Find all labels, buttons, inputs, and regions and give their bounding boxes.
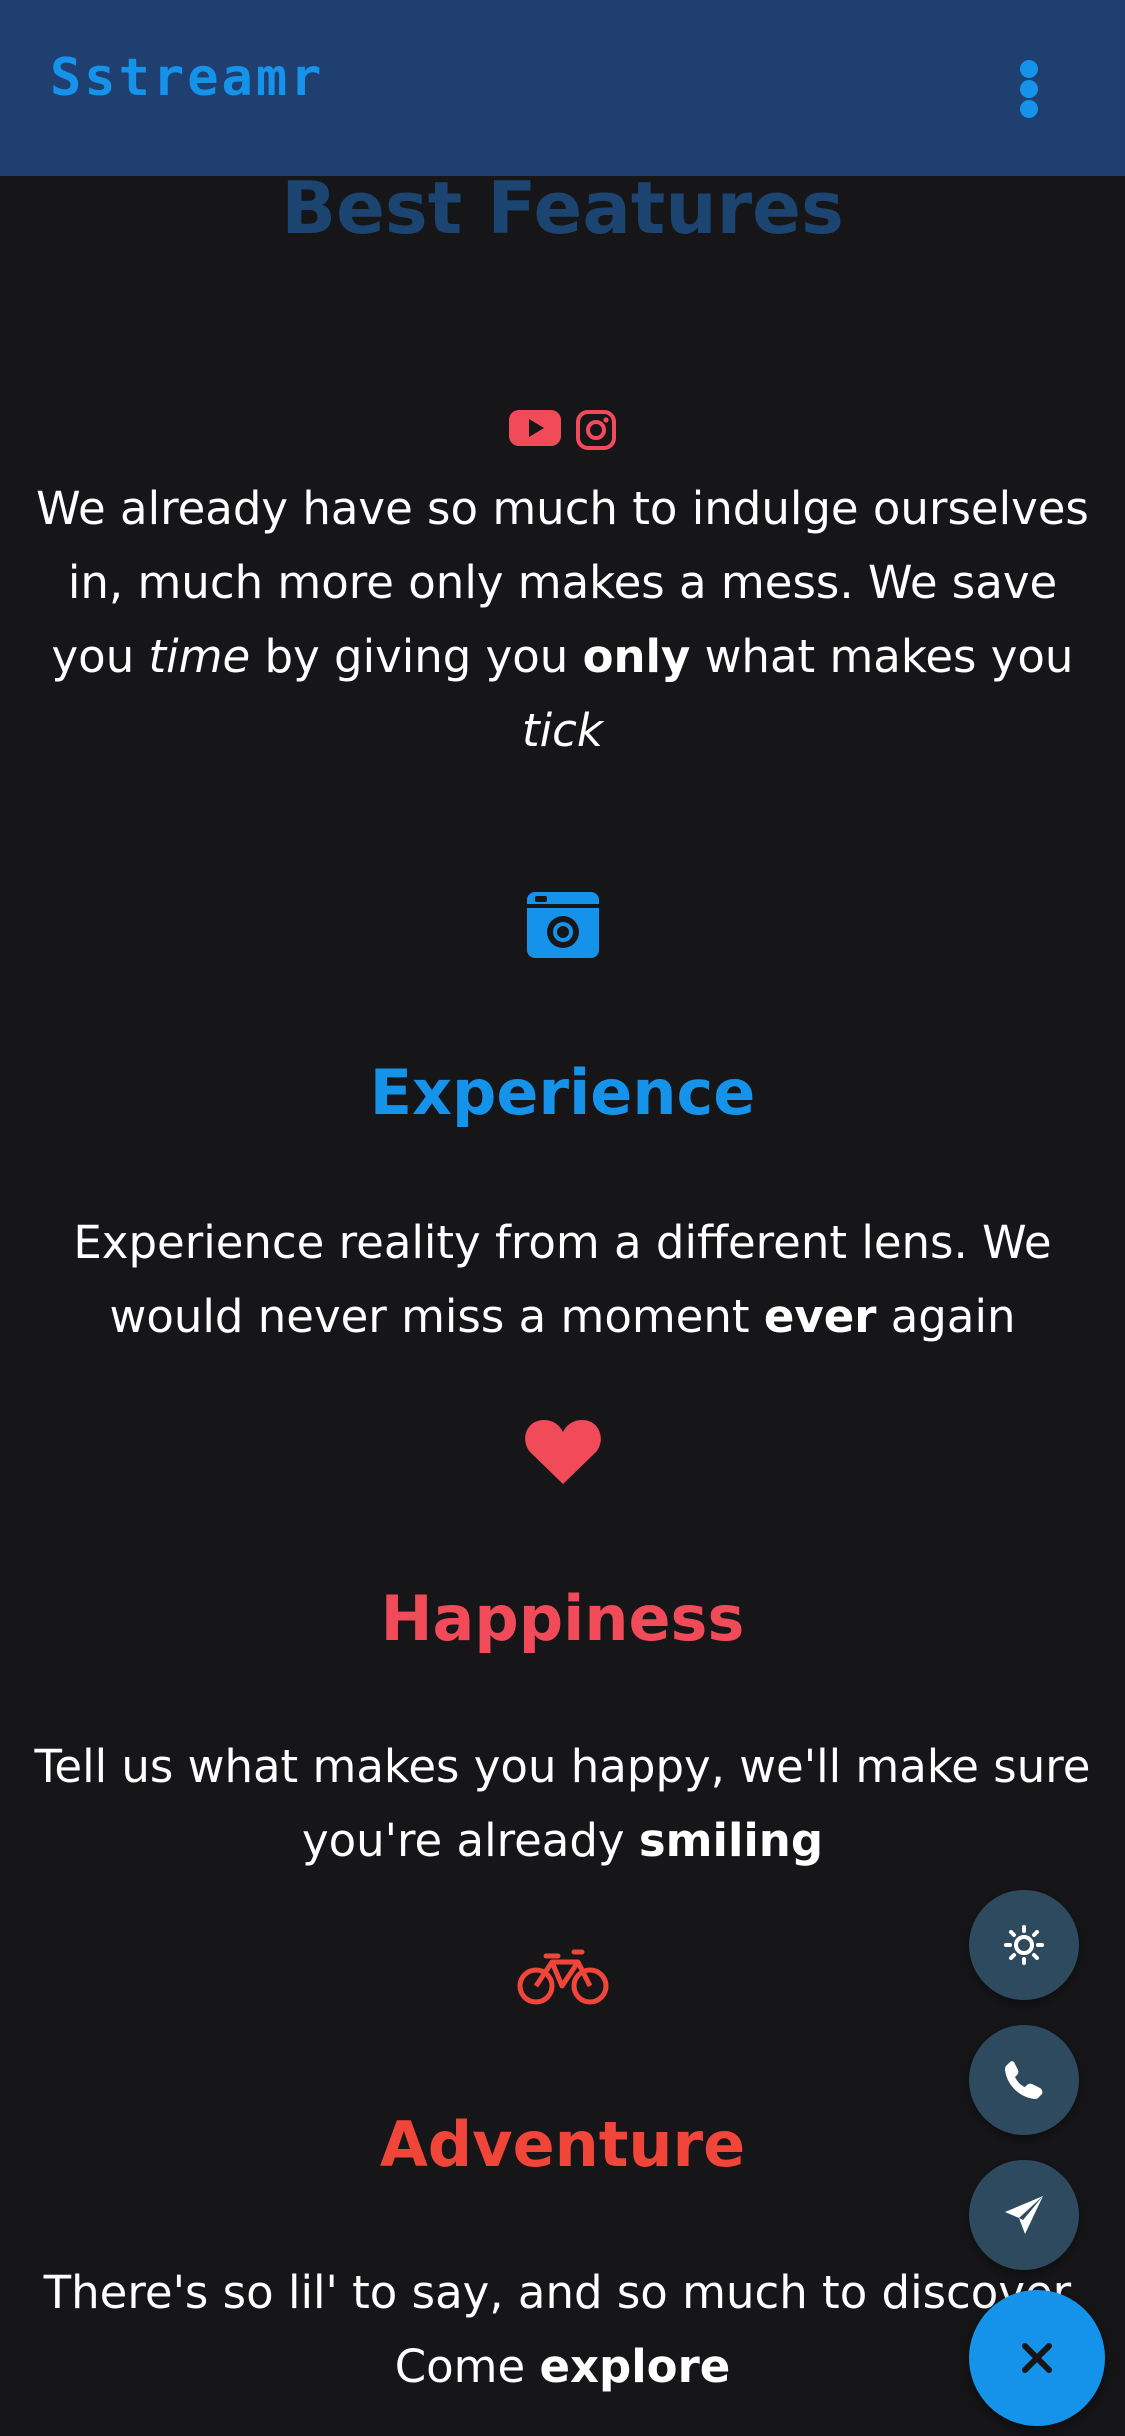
phone-icon: [1005, 2061, 1043, 2099]
intro-emphasis-tick: tick: [522, 704, 603, 757]
close-icon: [1022, 2343, 1052, 2373]
youtube-icon[interactable]: [508, 408, 562, 448]
social-icons: [0, 408, 1125, 452]
navbar: Sstreamr: [0, 0, 1125, 176]
page: Sstreamr Best Features We already have s…: [0, 0, 1125, 2436]
intro-emphasis-time: time: [148, 630, 251, 683]
feature-title-happiness: Happiness: [380, 1582, 745, 1655]
intro-text: We already have so much to indulge ourse…: [36, 482, 1089, 757]
brand-logo[interactable]: Sstreamr: [50, 48, 324, 108]
feature-text-experience: Experience reality from a different lens…: [73, 1216, 1052, 1343]
feature-text-adventure: There's so lil' to say, and so much to d…: [43, 2266, 1082, 2393]
feature-icon-wrap: [0, 1418, 1125, 1486]
instagram-icon[interactable]: [574, 408, 618, 452]
heart-icon: [524, 1420, 601, 1484]
send-icon: [1005, 2196, 1043, 2234]
more-vertical-icon[interactable]: [1010, 56, 1048, 120]
call-button[interactable]: [969, 2025, 1079, 2135]
section-title: Best Features: [281, 166, 844, 250]
theme-toggle-button[interactable]: [969, 1890, 1079, 2000]
feature-text-happiness: Tell us what makes you happy, we'll make…: [34, 1740, 1091, 1867]
feature-icon-wrap: [0, 890, 1125, 960]
sun-icon: [1004, 1925, 1044, 1965]
fab-close-button[interactable]: [969, 2290, 1105, 2426]
feature-title-adventure: Adventure: [379, 2108, 746, 2181]
intro-strong-only: only: [582, 630, 691, 683]
feature-title-experience: Experience: [369, 1056, 756, 1129]
send-button[interactable]: [969, 2160, 1079, 2270]
camera-icon: [526, 892, 599, 958]
bicycle-icon: [517, 1949, 608, 2005]
feature-icon-wrap: [0, 1948, 1125, 2006]
